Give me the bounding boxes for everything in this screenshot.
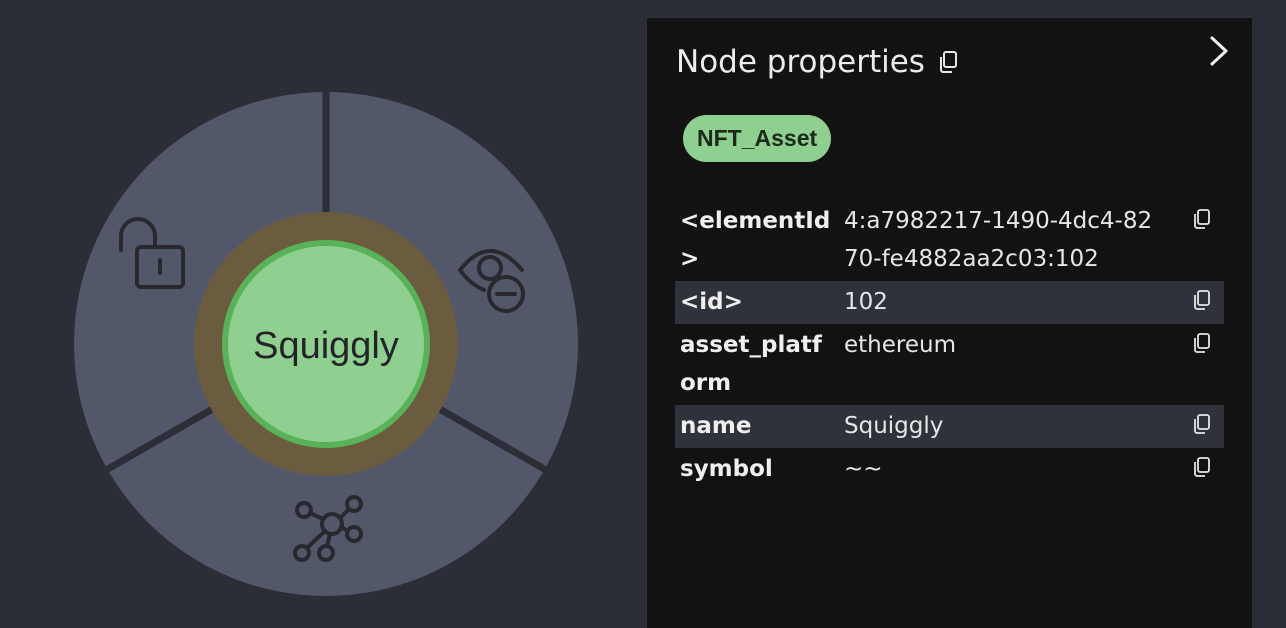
graph-node[interactable] <box>228 246 424 442</box>
node-context-wheel <box>74 90 578 596</box>
property-value: Squiggly <box>844 413 944 439</box>
property-key: <id> <box>680 289 743 315</box>
copy-icon[interactable] <box>1192 413 1212 435</box>
property-key: name <box>680 413 752 439</box>
copy-icon[interactable] <box>1192 289 1212 311</box>
property-row: symbol ~~ <box>675 448 1224 491</box>
property-row: name Squiggly <box>675 405 1224 448</box>
copy-icon[interactable] <box>1192 456 1212 478</box>
panel-title: Node properties <box>676 44 925 80</box>
property-row: asset_platform ethereum <box>675 324 1224 405</box>
property-value: 4:a7982217-1490-4dc4-8270-fe4882aa2c03:1… <box>844 208 1153 272</box>
property-key: <elementId> <box>680 208 831 272</box>
property-key: symbol <box>680 456 773 482</box>
property-key: asset_platform <box>680 332 822 396</box>
panel-title-row: Node properties <box>676 44 959 80</box>
copy-icon[interactable] <box>937 50 959 74</box>
property-row: <id> 102 <box>675 281 1224 324</box>
chevron-right-icon[interactable] <box>1206 34 1232 68</box>
node-properties-panel: Node properties NFT_Asset <elementId> 4:a… <box>647 18 1252 628</box>
node-label-chip[interactable]: NFT_Asset <box>683 115 832 162</box>
copy-icon[interactable] <box>1192 208 1212 230</box>
copy-icon[interactable] <box>1192 332 1212 354</box>
graph-canvas[interactable]: Squiggly <box>0 0 646 628</box>
property-row: <elementId> 4:a7982217-1490-4dc4-8270-fe4… <box>675 200 1224 281</box>
property-value: 102 <box>844 289 888 315</box>
property-value: ~~ <box>844 456 883 482</box>
properties-table: <elementId> 4:a7982217-1490-4dc4-8270-fe4… <box>675 200 1224 491</box>
property-value: ethereum <box>844 332 956 358</box>
